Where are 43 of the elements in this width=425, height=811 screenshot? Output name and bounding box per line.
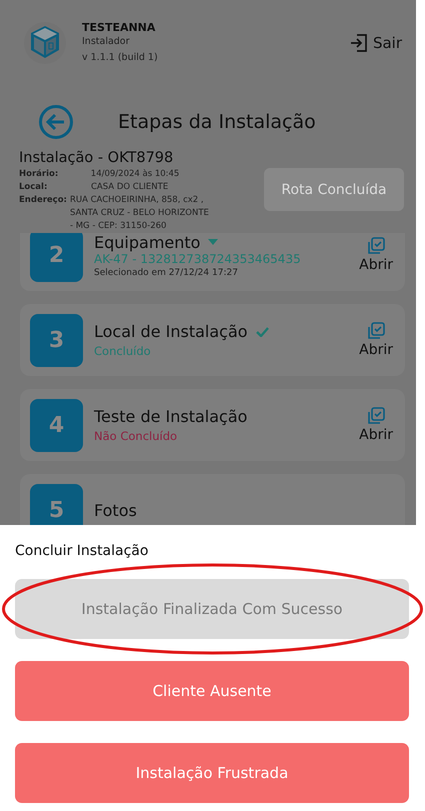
field-value: - MG - CEP: 31150-260	[70, 220, 168, 233]
step-card[interactable]: 4 Teste de Instalação Não Concluído Abrir	[20, 389, 405, 461]
action-button[interactable]: Instalação Frustrada	[15, 743, 409, 803]
logout-button[interactable]: Sair	[348, 33, 402, 53]
field-label: Horário:	[19, 168, 60, 181]
step-number: 3	[30, 314, 83, 366]
step-card[interactable]: 2 Equipamento AK-47 - 132812738724353465435 Selecionado em 27/12/24 17:27 Abrir	[20, 233, 405, 291]
step-number: 5	[30, 484, 83, 525]
step-title: Fotos	[94, 500, 137, 520]
open-button[interactable]: Abrir	[359, 322, 393, 358]
back-button[interactable]	[38, 104, 74, 140]
checklist-icon	[367, 237, 386, 255]
checklist-icon	[367, 322, 386, 340]
field-value: 14/09/2024 às 10:45	[90, 168, 180, 181]
user-name: TESTEANNA	[82, 20, 156, 34]
field-value: SANTA CRUZ - BELO HORIZONTE	[70, 207, 209, 220]
step-number: 4	[30, 398, 83, 452]
step-card[interactable]: 5 Fotos	[20, 474, 405, 525]
sheet-title: Concluir Instalação	[15, 543, 150, 559]
checklist-icon	[367, 407, 386, 425]
user-role: Instalador	[82, 34, 131, 48]
check-icon	[256, 326, 269, 336]
field-value: RUA CACHOEIRINHA, 858, cx2 ,	[70, 194, 205, 207]
step-title: Equipamento	[94, 233, 200, 252]
step-status: Não Concluído	[94, 429, 178, 443]
action-button[interactable]: Cliente Ausente	[15, 661, 409, 721]
page-title: Etapas da Instalação	[118, 111, 316, 133]
step-title: Teste de Instalação	[94, 407, 248, 426]
step-card[interactable]: 3 Local de Instalação Concluído Abrir	[20, 304, 405, 376]
open-button[interactable]: Abrir	[359, 407, 393, 443]
field-value: CASA DO CLIENTE	[91, 181, 170, 194]
step-number: 2	[30, 233, 83, 282]
field-label: Endereço:	[19, 194, 67, 207]
app-version: v 1.1.1 (build 1)	[82, 50, 159, 64]
logout-icon	[348, 33, 369, 53]
open-button[interactable]: Abrir	[359, 237, 393, 273]
selected-date: Selecionado em 27/12/24 17:27	[94, 268, 239, 278]
field-label: Local:	[19, 181, 48, 194]
caret-icon	[208, 239, 218, 245]
step-status: Concluído	[94, 344, 152, 358]
equipment-serial: AK-47 - 132812738724353465435	[94, 252, 302, 266]
installation-title: Instalação - OKT8798	[19, 150, 174, 166]
step-title: Local de Instalação	[94, 322, 248, 341]
